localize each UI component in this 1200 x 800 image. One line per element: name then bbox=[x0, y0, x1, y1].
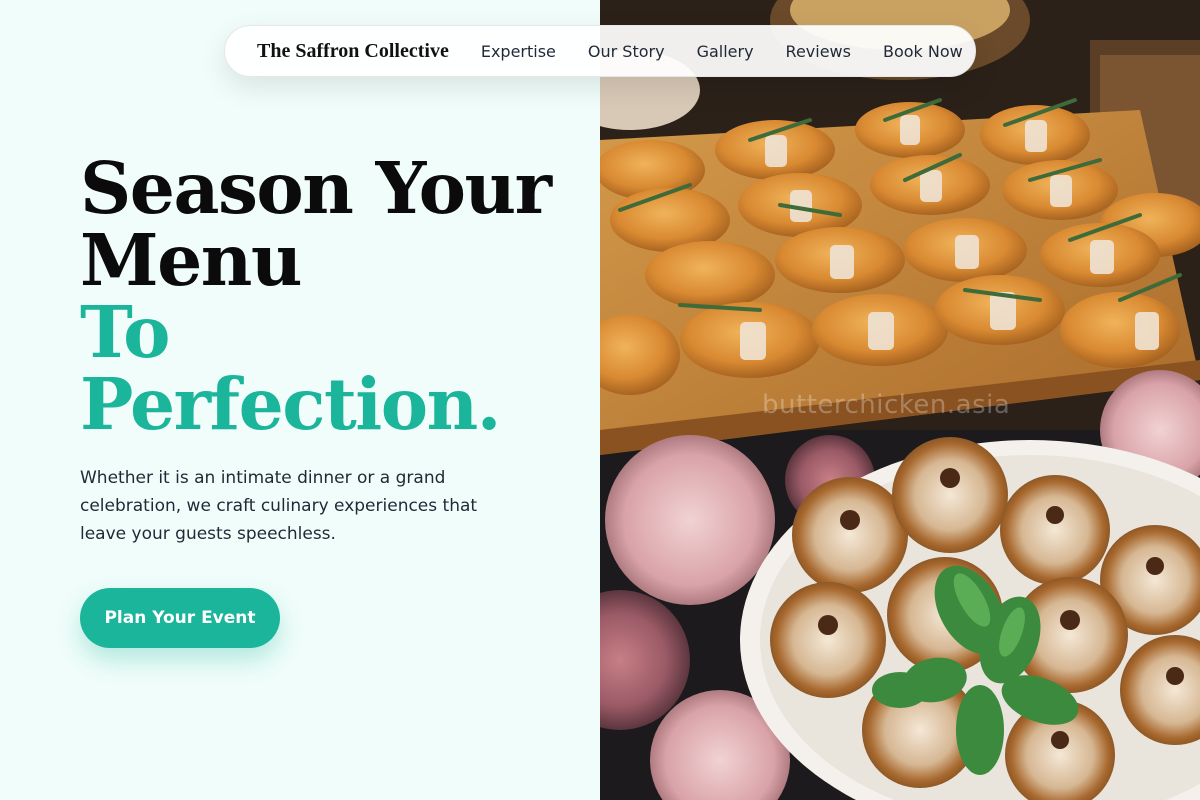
nav-links: Expertise Our Story Gallery Reviews Book… bbox=[481, 42, 963, 61]
nav-link-reviews[interactable]: Reviews bbox=[786, 42, 851, 61]
hero-food-image: butterchicken.asia bbox=[600, 0, 1200, 800]
top-navigation: The Saffron Collective Expertise Our Sto… bbox=[224, 25, 976, 77]
headline-accent-line-1: To bbox=[80, 290, 171, 374]
brand-logo[interactable]: The Saffron Collective bbox=[257, 40, 449, 63]
headline-line-2: Menu bbox=[80, 218, 303, 302]
headline-accent-line-2: Perfection. bbox=[80, 362, 501, 446]
nav-link-our-story[interactable]: Our Story bbox=[588, 42, 665, 61]
image-watermark: butterchicken.asia bbox=[762, 390, 1011, 420]
hero-description: Whether it is an intimate dinner or a gr… bbox=[80, 468, 478, 544]
nav-link-book-now[interactable]: Book Now bbox=[883, 42, 963, 61]
headline-line-1: Season Your bbox=[80, 146, 552, 230]
nav-link-gallery[interactable]: Gallery bbox=[697, 42, 754, 61]
nav-link-expertise[interactable]: Expertise bbox=[481, 42, 556, 61]
plan-event-button[interactable]: Plan Your Event bbox=[80, 588, 280, 648]
hero-headline: Season Your Menu To Perfection. bbox=[80, 152, 580, 440]
